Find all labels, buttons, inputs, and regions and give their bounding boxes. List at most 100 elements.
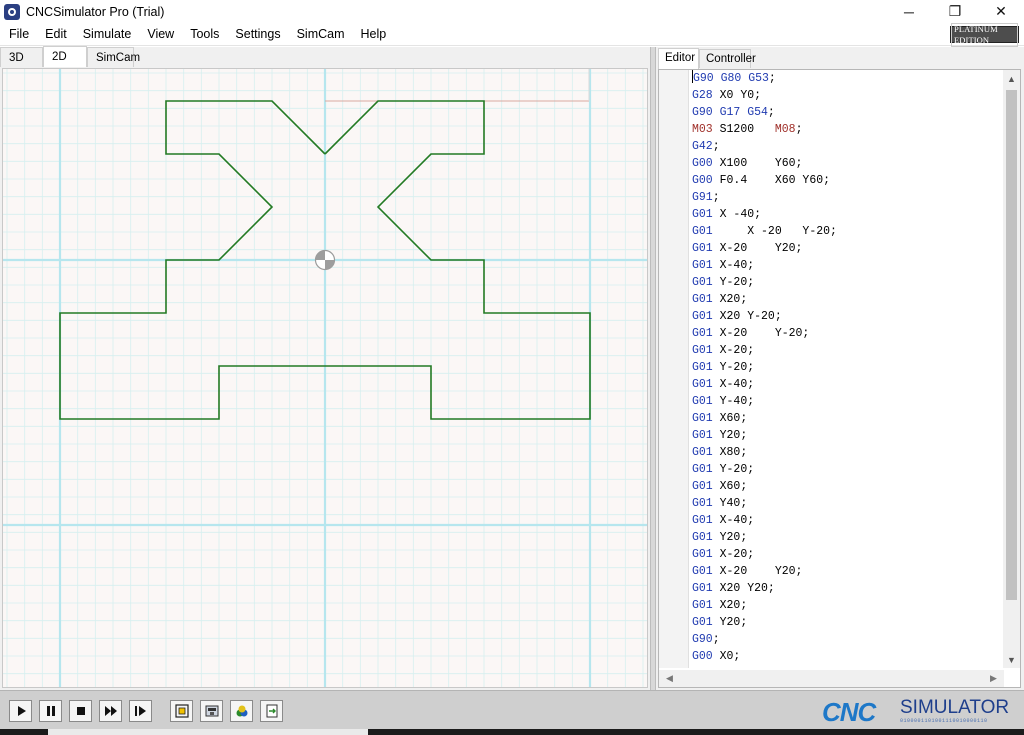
menu-view[interactable]: View [140, 23, 181, 46]
vertical-scroll-thumb[interactable] [1006, 90, 1017, 600]
editor-tabs: Editor Controller [658, 48, 756, 69]
tab-2d[interactable]: 2D [43, 46, 87, 67]
code-token: G01 [692, 395, 713, 408]
code-token: X -40; [712, 208, 762, 221]
menu-tools[interactable]: Tools [183, 23, 226, 46]
fit-view-button[interactable] [170, 700, 193, 722]
code-line[interactable]: G01 X60; [692, 410, 1004, 427]
play-button[interactable] [9, 700, 32, 722]
code-line[interactable]: G01 X20; [692, 597, 1004, 614]
code-token: G01 [692, 599, 713, 612]
tab-3d[interactable]: 3D [0, 47, 43, 67]
export-button[interactable] [260, 700, 283, 722]
pause-button[interactable] [39, 700, 62, 722]
code-line[interactable]: G01 X-40; [692, 512, 1004, 529]
code-line[interactable]: G91; [692, 189, 1004, 206]
2d-view-canvas[interactable] [2, 68, 648, 688]
code-line[interactable]: G01 X20 Y-20; [692, 308, 1004, 325]
fast-forward-button[interactable] [99, 700, 122, 722]
code-editor[interactable]: G90 G80 G53; G28 X0 Y0; G90 G17 G54; M03 S1… [658, 69, 1021, 688]
code-line[interactable]: G01 X-20 Y-20; [692, 325, 1004, 342]
code-line[interactable]: G01 X-20 Y20; [692, 563, 1004, 580]
code-token: X20; [712, 599, 748, 612]
code-token: X60; [712, 480, 748, 493]
code-line[interactable]: G01 Y20; [692, 427, 1004, 444]
code-line[interactable]: G01 X -40; [692, 206, 1004, 223]
horizontal-scrollbar[interactable]: ◀ ▶ [659, 670, 1004, 687]
code-line[interactable]: G01 X-20 Y20; [692, 240, 1004, 257]
stop-icon [76, 707, 85, 715]
menu-settings[interactable]: Settings [228, 23, 287, 46]
code-line[interactable]: G01 X60; [692, 478, 1004, 495]
code-line[interactable]: G01 Y-20; [692, 359, 1004, 376]
code-line[interactable]: G00 F0.4 X60 Y60; [692, 172, 1004, 189]
code-line[interactable]: G01 Y20; [692, 614, 1004, 631]
window-title: CNCSimulator Pro (Trial) [26, 4, 165, 19]
code-line[interactable]: G01 X-20; [692, 342, 1004, 359]
toolpath-view[interactable] [3, 69, 648, 688]
code-line[interactable]: G01 Y-20; [692, 274, 1004, 291]
menu-file[interactable]: File [2, 23, 36, 46]
tab-editor[interactable]: Editor [658, 48, 699, 69]
code-token: X-20 Y-20; [712, 327, 810, 340]
menu-edit[interactable]: Edit [38, 23, 74, 46]
machine-button[interactable] [200, 700, 223, 722]
code-line[interactable]: G90 G17 G54; [692, 104, 1004, 121]
code-token: G01 [692, 242, 713, 255]
code-line[interactable]: G01 Y40; [692, 495, 1004, 512]
simulation-toolbar: CNC SIMULATOR 0100001101001110010000110 [0, 690, 1024, 729]
tab-controller[interactable]: Controller [699, 49, 756, 68]
code-line[interactable]: G01 X -20 Y-20; [692, 223, 1004, 240]
machine-icon [205, 705, 218, 717]
code-line[interactable]: G01 X80; [692, 444, 1004, 461]
menu-simulate[interactable]: Simulate [76, 23, 139, 46]
code-line[interactable]: G01 X20; [692, 291, 1004, 308]
minimize-button[interactable]: ─ [886, 0, 932, 23]
code-line[interactable]: G01 Y-40; [692, 393, 1004, 410]
code-token: M03 [692, 123, 713, 136]
play-icon [17, 706, 26, 716]
fast-forward-icon [104, 706, 117, 716]
scroll-up-icon[interactable]: ▲ [1003, 70, 1020, 87]
code-token: G90 G17 G54 [692, 106, 768, 119]
stop-button[interactable] [69, 700, 92, 722]
code-token: Y-20; [712, 361, 755, 374]
code-line[interactable]: M03 S1200 M08; [692, 121, 1004, 138]
window-controls: ─ ❐ ✕ [886, 0, 1024, 23]
code-token: X-20; [712, 548, 755, 561]
materials-icon [236, 705, 247, 717]
code-line[interactable]: G01 Y-20; [692, 461, 1004, 478]
menu-help[interactable]: Help [354, 23, 394, 46]
code-line[interactable]: G42; [692, 138, 1004, 155]
code-line[interactable]: G90 G80 G53; [692, 70, 1004, 87]
code-line[interactable]: G00 X0; [692, 648, 1004, 665]
code-token: F0.4 X60 Y60; [712, 174, 831, 187]
code-token: X100 Y60; [712, 157, 803, 170]
scroll-right-icon[interactable]: ▶ [985, 670, 1002, 687]
code-text-area[interactable]: G90 G80 G53; G28 X0 Y0; G90 G17 G54; M03 S1… [692, 70, 1004, 668]
code-token: Y-40; [712, 395, 755, 408]
code-token: X20 Y20; [712, 582, 775, 595]
menu-simcam[interactable]: SimCam [290, 23, 352, 46]
code-line[interactable]: G28 X0 Y0; [692, 87, 1004, 104]
maximize-button[interactable]: ❐ [932, 0, 978, 23]
vertical-scrollbar[interactable]: ▲ ▼ [1003, 70, 1020, 668]
step-button[interactable] [129, 700, 152, 722]
scroll-down-icon[interactable]: ▼ [1003, 651, 1020, 668]
materials-button[interactable] [230, 700, 253, 722]
export-icon [266, 704, 277, 718]
tab-simcam[interactable]: SimCam [87, 47, 140, 67]
code-token: G01 [692, 616, 713, 629]
code-line[interactable]: G01 X-40; [692, 257, 1004, 274]
code-token: Y20; [712, 531, 748, 544]
taskbar-search-box[interactable] [48, 729, 368, 735]
scroll-left-icon[interactable]: ◀ [661, 670, 678, 687]
close-button[interactable]: ✕ [978, 0, 1024, 23]
code-line[interactable]: G00 X100 Y60; [692, 155, 1004, 172]
code-line[interactable]: G01 X20 Y20; [692, 580, 1004, 597]
code-line[interactable]: G01 Y20; [692, 529, 1004, 546]
code-line[interactable]: G01 X-40; [692, 376, 1004, 393]
code-line[interactable]: G01 X-20; [692, 546, 1004, 563]
tool-position-marker [314, 249, 336, 271]
code-line[interactable]: G90; [692, 631, 1004, 648]
